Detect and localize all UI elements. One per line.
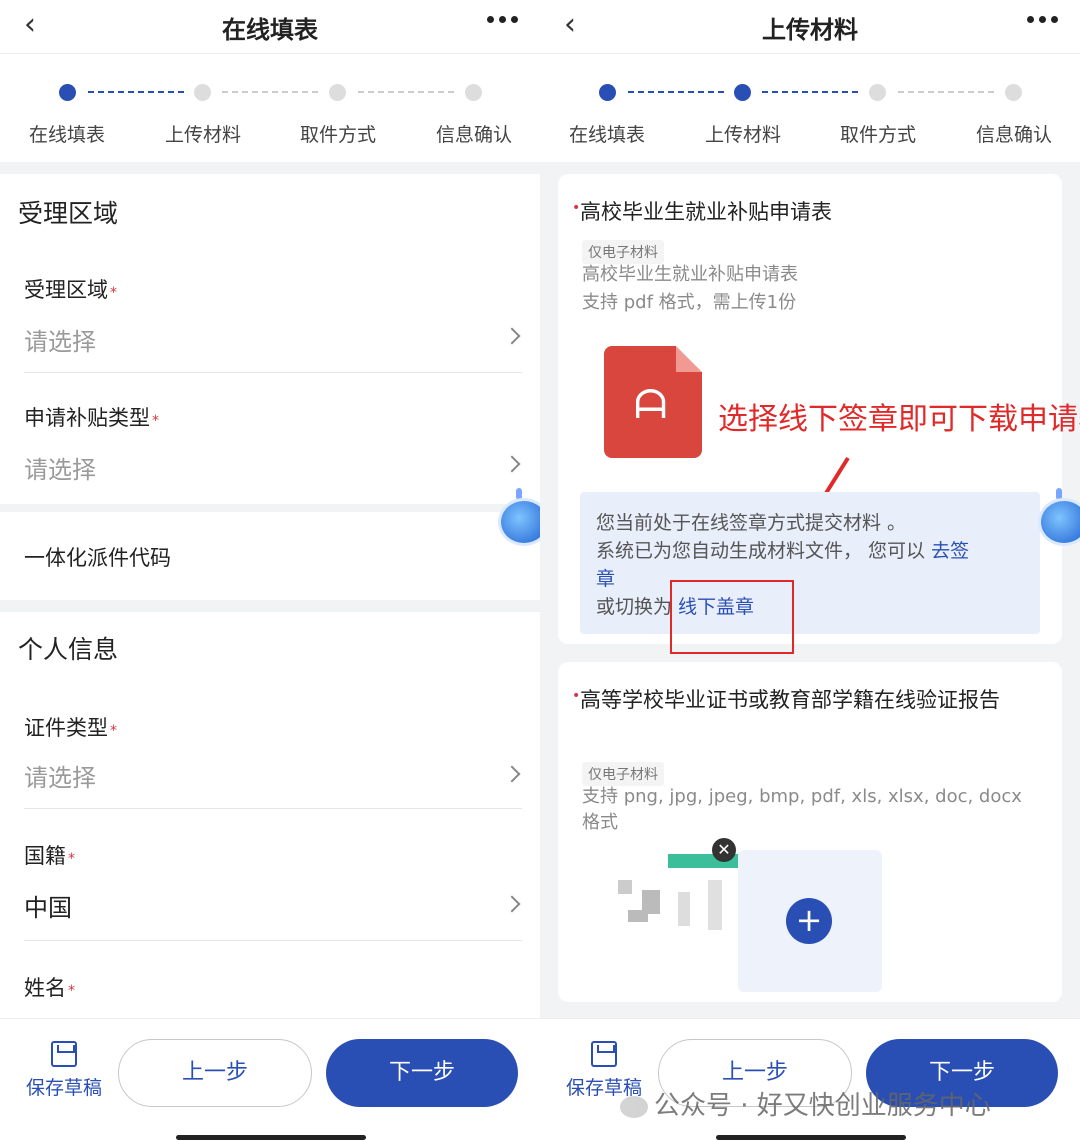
online-seal-notice: 您当前处于在线签章方式提交材料 。 系统已为您自动生成材料文件， 您可以 去签 … xyxy=(580,492,1040,634)
divider xyxy=(24,808,522,809)
chevron-right-icon xyxy=(503,455,521,473)
plus-icon: + xyxy=(786,898,832,944)
upload-file-button[interactable]: + xyxy=(738,850,882,992)
subsidy-field-label: 申请补贴类型 * xyxy=(24,406,159,430)
step-line-1 xyxy=(628,91,724,93)
material-title: • 高等学校毕业证书或教育部学籍在线验证报告 xyxy=(572,688,1000,712)
more-options-icon[interactable] xyxy=(1027,16,1058,23)
bottom-bar: 保存草稿 上一步 下一步 公众号 · 好又快创业服务中心 xyxy=(540,1018,1080,1140)
go-sign-link-continued[interactable]: 章 xyxy=(596,568,615,590)
step-dot-4 xyxy=(465,84,482,101)
step-dot-1 xyxy=(599,84,616,101)
chevron-right-icon xyxy=(503,327,521,345)
step-line-2 xyxy=(762,91,858,93)
electronic-only-tag: 仅电子材料 xyxy=(582,240,664,264)
material-card-application-form: • 高校毕业生就业补贴申请表 仅电子材料 高校毕业生就业补贴申请表 支持 pdf … xyxy=(558,174,1080,654)
annotation-highlight-box xyxy=(670,580,794,654)
annotation-text: 选择线下签章即可下载申请表 xyxy=(718,402,1080,437)
wechat-logo-icon xyxy=(620,1095,648,1118)
required-mark: * xyxy=(68,983,75,999)
step-dot-3 xyxy=(329,84,346,101)
step-label-4: 信息确认 xyxy=(975,124,1052,146)
required-mark: * xyxy=(68,851,75,867)
step-label-2: 上传材料 xyxy=(704,124,781,146)
watermark: 公众号 · 好又快创业服务中心 xyxy=(620,1085,991,1122)
step-dot-3 xyxy=(869,84,886,101)
material-card-diploma: • 高等学校毕业证书或教育部学籍在线验证报告 仅电子材料 支持 png, jpg,… xyxy=(558,662,1062,1002)
notice-text: 系统已为您自动生成材料文件， 您可以 去签 xyxy=(596,540,970,562)
step-label-3: 取件方式 xyxy=(299,124,376,146)
page-title: 在线填表 xyxy=(222,16,318,44)
step-dot-1 xyxy=(59,84,76,101)
step-progress: 在线填表 上传材料 取件方式 信息确认 xyxy=(540,54,1080,162)
chevron-right-icon xyxy=(503,765,521,783)
region-field-label: 受理区域 * xyxy=(24,278,117,302)
subsidy-type-select[interactable]: 请选择 xyxy=(24,450,96,485)
step-line-2 xyxy=(222,91,318,93)
material-format: 支持 pdf 格式，需上传1份 xyxy=(582,292,797,313)
step-label-1: 在线填表 xyxy=(568,124,645,146)
header: ‹ 在线填表 xyxy=(0,0,540,54)
more-options-icon[interactable] xyxy=(487,16,518,23)
bottom-bar: 保存草稿 上一步 下一步 xyxy=(0,1018,540,1140)
next-step-button[interactable]: 下一步 xyxy=(326,1039,518,1107)
previous-step-button[interactable]: 上一步 xyxy=(118,1039,312,1107)
step-progress: 在线填表 上传材料 取件方式 信息确认 xyxy=(0,54,540,162)
step-dot-2 xyxy=(734,84,751,101)
step-label-1: 在线填表 xyxy=(28,124,105,146)
divider xyxy=(24,372,522,373)
assistant-robot-icon[interactable] xyxy=(1032,488,1080,558)
step-label-2: 上传材料 xyxy=(164,124,241,146)
code-section: 一体化派件代码 xyxy=(0,512,540,600)
pdf-file-icon[interactable]: ᗩ xyxy=(604,346,702,458)
step-line-3 xyxy=(358,91,454,93)
material-desc: 高校毕业生就业补贴申请表 xyxy=(582,264,798,285)
assistant-robot-icon[interactable] xyxy=(492,488,540,558)
save-draft-label: 保存草稿 xyxy=(25,1077,102,1099)
nationality-field-label: 国籍 * xyxy=(24,844,75,868)
right-screen: ‹ 上传材料 在线填表 上传材料 取件方式 信息确认 • 高校毕业生就业补贴申请表… xyxy=(540,0,1080,1140)
required-mark: * xyxy=(152,413,159,429)
save-draft-button[interactable]: 保存草稿 xyxy=(22,1041,106,1100)
dispatch-code-field[interactable]: 一体化派件代码 xyxy=(24,542,171,572)
step-label-4: 信息确认 xyxy=(435,124,512,146)
divider xyxy=(24,940,522,941)
remove-file-icon[interactable]: ✕ xyxy=(712,838,736,862)
electronic-only-tag: 仅电子材料 xyxy=(582,762,664,786)
page-title: 上传材料 xyxy=(762,16,858,44)
material-title: • 高校毕业生就业补贴申请表 xyxy=(572,200,832,224)
step-line-3 xyxy=(898,91,994,93)
region-select[interactable]: 请选择 xyxy=(24,322,96,357)
id-type-select[interactable]: 请选择 xyxy=(24,758,96,793)
notice-text: 章 xyxy=(596,564,615,591)
required-mark: * xyxy=(110,285,117,301)
material-format: 支持 png, jpg, jpeg, bmp, pdf, xls, xlsx, … xyxy=(582,786,1022,833)
save-icon xyxy=(51,1041,77,1067)
region-section: 受理区域 受理区域 * 请选择 申请补贴类型 * 请选择 xyxy=(0,174,540,504)
step-dot-2 xyxy=(194,84,211,101)
required-mark: * xyxy=(110,723,117,739)
section-title-personal: 个人信息 xyxy=(18,635,119,664)
save-icon xyxy=(591,1041,617,1067)
personal-section: 个人信息 证件类型 * 请选择 国籍 * 中国 姓名 * xyxy=(0,612,540,1018)
home-indicator xyxy=(176,1135,366,1140)
left-screen: ‹ 在线填表 在线填表 上传材料 取件方式 信息确认 受理区域 受理区域 * 请选… xyxy=(0,0,540,1140)
step-dot-4 xyxy=(1005,84,1022,101)
uploaded-file-thumbnail[interactable] xyxy=(598,850,748,980)
chevron-right-icon xyxy=(503,895,521,913)
section-title-region: 受理区域 xyxy=(18,199,119,228)
step-line-1 xyxy=(88,91,184,93)
header: ‹ 上传材料 xyxy=(540,0,1080,54)
go-sign-link[interactable]: 去签 xyxy=(931,540,969,562)
step-label-3: 取件方式 xyxy=(839,124,916,146)
nationality-select[interactable]: 中国 xyxy=(24,888,72,923)
name-field-label: 姓名 * xyxy=(24,976,75,1000)
home-indicator xyxy=(716,1135,906,1140)
id-type-field-label: 证件类型 * xyxy=(24,716,117,740)
notice-text: 您当前处于在线签章方式提交材料 。 xyxy=(596,512,907,534)
